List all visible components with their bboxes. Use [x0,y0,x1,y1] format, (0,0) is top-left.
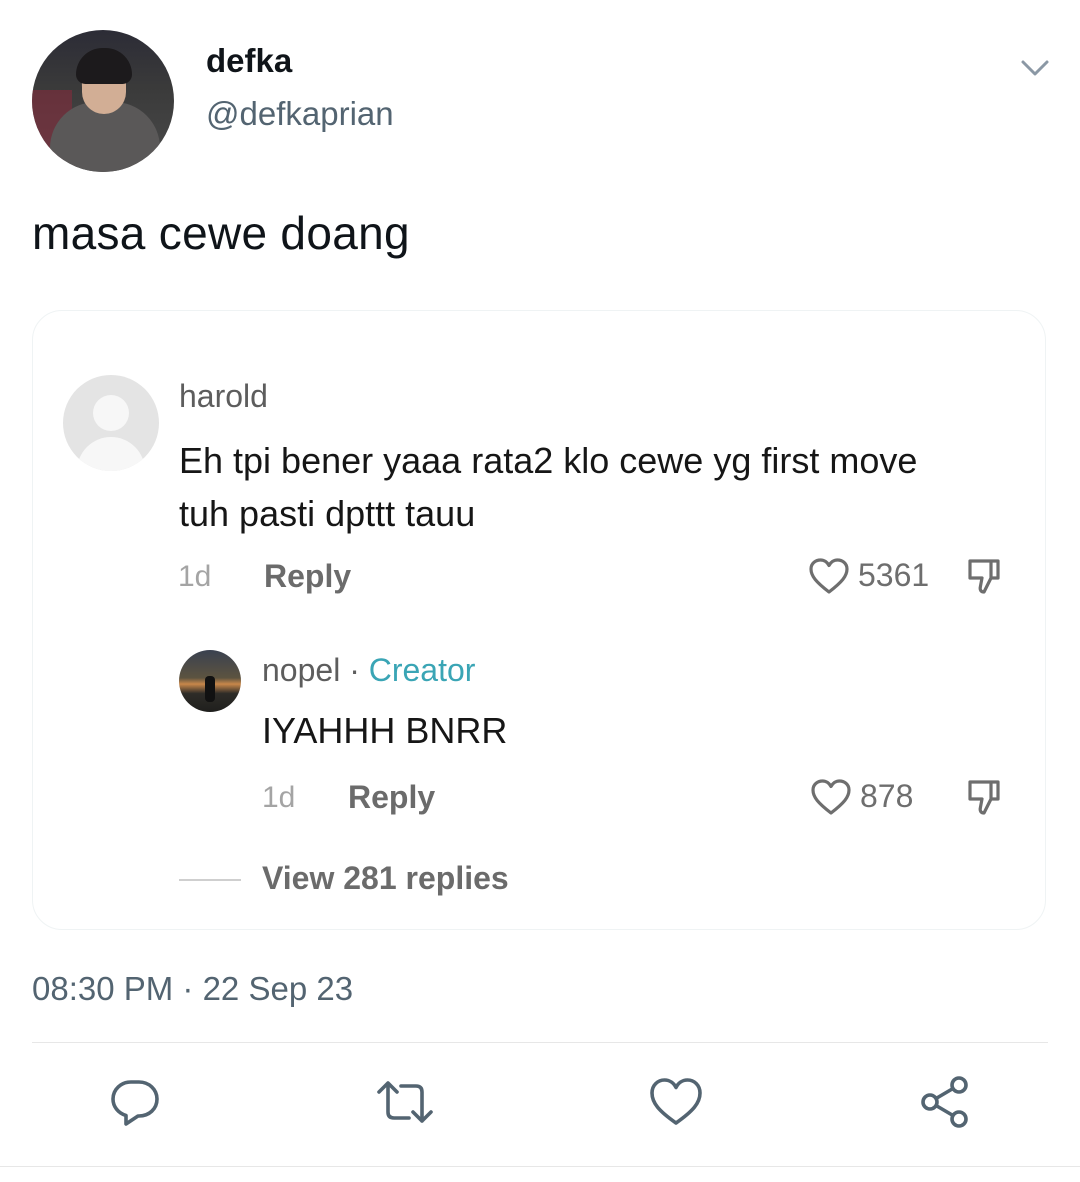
tweet-text: masa cewe doang [32,207,410,259]
author-avatar[interactable] [32,30,174,172]
reply-text: IYAHHH BNRR [262,710,508,751]
comment-age: 1d [178,560,212,593]
like-icon[interactable] [648,1074,704,1130]
reply-icon[interactable] [107,1074,163,1130]
reply-age: 1d [262,781,296,814]
share-icon[interactable] [917,1074,973,1130]
divider [32,1042,1048,1043]
creator-badge: Creator [368,652,476,688]
heart-icon [810,778,852,816]
default-avatar-icon [63,375,159,471]
reply-reply-label: Reply [348,779,436,815]
retweet-icon[interactable] [375,1074,433,1130]
comment-text: Eh tpi bener yaaa rata2 klo cewe yg firs… [179,440,918,534]
tweet-timestamp[interactable]: 08:30 PM · 22 Sep 23 [32,970,353,1008]
divider [0,1166,1080,1167]
comment-reply-label: Reply [264,558,352,594]
dislike-icon [964,556,1006,598]
author-handle[interactable]: @defkaprian [206,95,394,133]
author-display-name[interactable]: defka [206,42,292,80]
chevron-down-icon[interactable] [1018,54,1052,82]
reply-avatar [179,650,241,712]
comment-like-count: 5361 [858,557,930,593]
heart-icon [808,557,850,595]
reply-username-line: nopel · Creator [262,652,475,689]
comment-username: harold [179,378,268,414]
reply-username: nopel [262,652,341,688]
view-replies-divider [179,879,241,881]
view-replies-label: View 281 replies [262,860,509,896]
reply-separator: · [340,652,369,688]
reply-like-count: 878 [860,778,914,814]
dislike-icon [964,777,1006,819]
